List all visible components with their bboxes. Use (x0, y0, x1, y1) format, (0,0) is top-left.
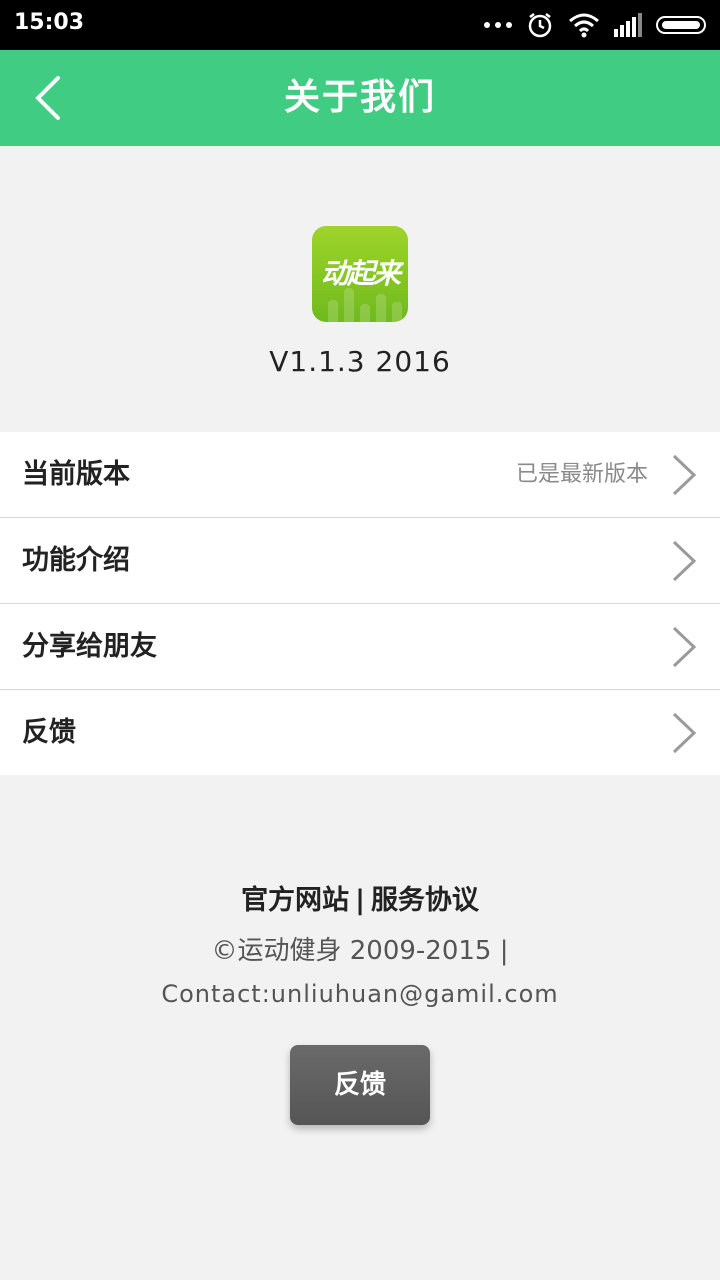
chevron-right-icon (672, 540, 697, 582)
footer-links: 官方网站 | 服务协议 (0, 878, 720, 917)
wifi-icon (569, 13, 599, 38)
terms-link[interactable]: 服务协议 (371, 885, 479, 916)
menu-item-label: 分享给朋友 (22, 631, 157, 662)
menu-item-label: 反馈 (22, 717, 76, 748)
menu-item-label: 功能介绍 (22, 545, 130, 576)
logo-bars (328, 288, 402, 322)
alarm-icon (528, 13, 552, 38)
copyright-text: ©运动健身 2009-2015 | (211, 936, 509, 966)
logo-text: 动起来 (320, 257, 401, 290)
app-version: V1.1.3 2016 (269, 345, 451, 378)
website-link[interactable]: 官方网站 (241, 885, 349, 916)
chevron-right-icon (672, 712, 697, 754)
battery-icon (656, 16, 706, 34)
more-dots-icon (484, 22, 512, 28)
status-time: 15:03 (14, 10, 85, 35)
menu-item-label: 当前版本 (22, 459, 130, 490)
status-icons (484, 10, 706, 40)
footer-separator: | (355, 885, 365, 916)
status-bar: 15:03 (0, 0, 720, 50)
menu-item-feedback[interactable]: 反馈 (0, 690, 720, 775)
page-title: 关于我们 (283, 77, 436, 118)
app-bar: 关于我们 (0, 50, 720, 146)
menu-item-value: 已是最新版本 (515, 462, 648, 487)
settings-menu: 当前版本 已是最新版本 功能介绍 分享给朋友 反馈 (0, 432, 720, 775)
menu-item-current-version[interactable]: 当前版本 已是最新版本 (0, 432, 720, 518)
chevron-right-icon (672, 626, 697, 668)
feedback-button[interactable]: 反馈 (290, 1045, 430, 1125)
app-logo: 动起来 (312, 226, 408, 322)
chevron-right-icon (672, 454, 697, 496)
menu-item-share[interactable]: 分享给朋友 (0, 604, 720, 690)
signal-icon (614, 13, 642, 37)
contact-email: Contact:unliuhuan@gamil.com (161, 980, 559, 1008)
menu-item-features[interactable]: 功能介绍 (0, 518, 720, 604)
